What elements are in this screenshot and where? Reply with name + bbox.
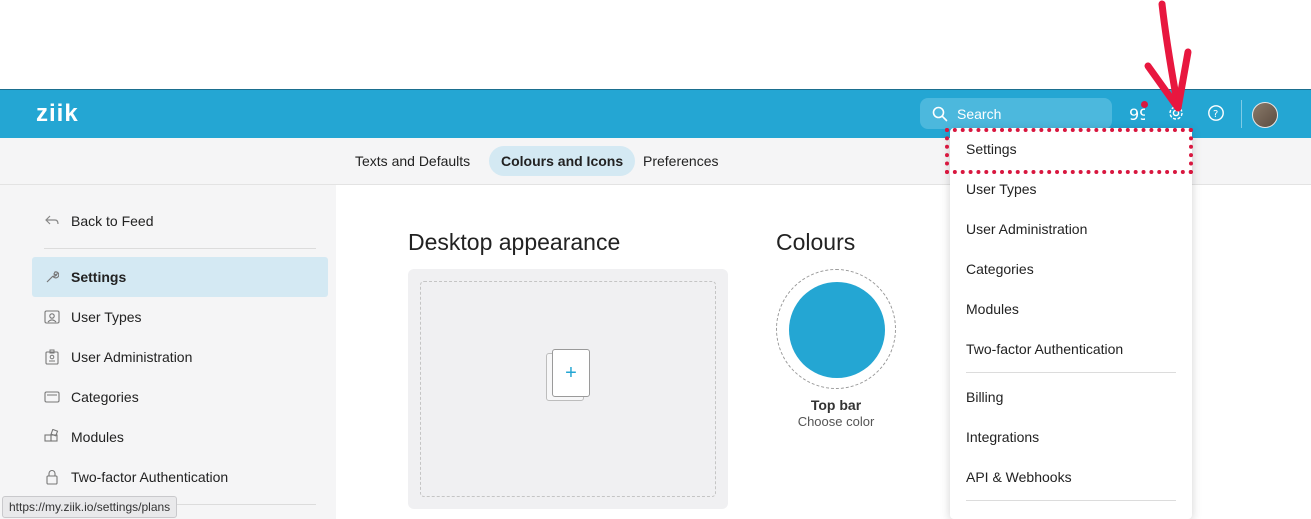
sidebar-item-user-administration[interactable]: User Administration	[32, 337, 328, 377]
wrench-icon	[44, 269, 60, 285]
ziik-logo[interactable]: ziik	[36, 100, 79, 128]
tab-texts-and-defaults[interactable]: Texts and Defaults	[343, 146, 482, 176]
sidebar-item-label: User Administration	[71, 349, 193, 365]
status-bar-url: https://my.ziik.io/settings/plans	[2, 496, 178, 518]
back-to-feed-label: Back to Feed	[71, 213, 154, 229]
sidebar-item-label: Two-factor Authentication	[71, 469, 229, 485]
lock-icon	[44, 469, 60, 485]
sidebar-item-label: Settings	[71, 269, 127, 285]
help-button[interactable]: ?	[1205, 102, 1227, 124]
folder-icon	[44, 389, 60, 405]
add-file-icon: +	[552, 349, 590, 397]
settings-dropdown-menu: Settings User Types User Administration …	[950, 128, 1192, 519]
sidebar-item-settings[interactable]: Settings	[32, 257, 328, 297]
menu-item-two-factor[interactable]: Two-factor Authentication	[966, 341, 1123, 357]
svg-text:?: ?	[1213, 109, 1218, 120]
desktop-appearance-title: Desktop appearance	[408, 229, 621, 255]
topbar-color-swatch[interactable]	[789, 282, 885, 378]
sidebar-item-label: Modules	[71, 429, 124, 445]
menu-divider	[966, 500, 1176, 501]
search-input[interactable]: Search	[920, 98, 1112, 129]
sidebar-item-label: Categories	[71, 389, 139, 405]
menu-item-integrations[interactable]: Integrations	[966, 429, 1039, 445]
menu-item-modules[interactable]: Modules	[966, 301, 1019, 317]
id-badge-icon	[44, 349, 60, 365]
red-arrow-annotation	[1144, 0, 1192, 112]
tab-preferences[interactable]: Preferences	[631, 146, 730, 176]
blocks-icon	[44, 429, 60, 445]
menu-divider	[966, 372, 1176, 373]
topbar-color-picker[interactable]	[776, 269, 896, 389]
colours-title: Colours	[776, 229, 856, 255]
topbar-divider	[1241, 100, 1242, 128]
browser-top-area	[0, 0, 1311, 89]
back-arrow-icon	[44, 213, 60, 229]
user-avatar[interactable]	[1252, 102, 1278, 128]
sidebar-item-two-factor[interactable]: Two-factor Authentication	[32, 457, 328, 497]
sidebar-divider	[44, 248, 316, 249]
settings-highlight-box	[945, 128, 1193, 174]
settings-sidebar: Back to Feed Settings User Types User Ad…	[0, 185, 336, 519]
menu-item-user-types[interactable]: User Types	[966, 181, 1037, 197]
topbar-color-label: Top bar	[810, 397, 862, 413]
menu-item-categories[interactable]: Categories	[966, 261, 1034, 277]
user-card-icon	[44, 309, 60, 325]
search-icon	[932, 106, 948, 121]
desktop-image-upload[interactable]: +	[408, 269, 728, 509]
menu-item-user-administration[interactable]: User Administration	[966, 221, 1087, 237]
sidebar-item-user-types[interactable]: User Types	[32, 297, 328, 337]
back-to-feed-link[interactable]: Back to Feed	[32, 201, 328, 241]
sidebar-item-label: User Types	[71, 309, 142, 325]
sidebar-item-modules[interactable]: Modules	[32, 417, 328, 457]
search-placeholder: Search	[957, 105, 1002, 122]
choose-color-link[interactable]: Choose color	[776, 414, 896, 429]
sidebar-item-categories[interactable]: Categories	[32, 377, 328, 417]
menu-item-billing[interactable]: Billing	[966, 389, 1003, 405]
help-icon: ?	[1208, 105, 1224, 121]
tab-colours-and-icons[interactable]: Colours and Icons	[489, 146, 636, 176]
menu-item-api-webhooks[interactable]: API & Webhooks	[966, 469, 1072, 485]
